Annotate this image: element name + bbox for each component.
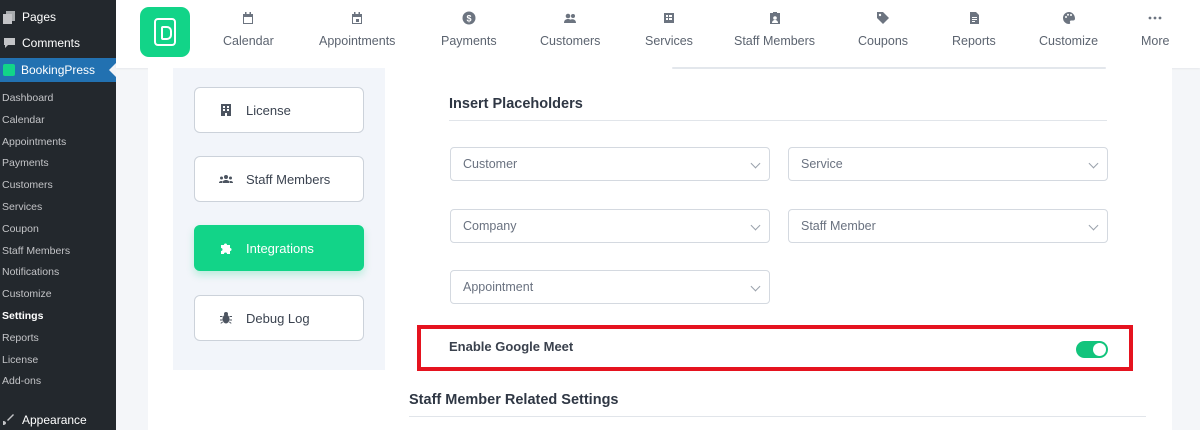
nav-staff-members[interactable]: Staff Members [734, 10, 815, 48]
wp-submenu-calendar[interactable]: Calendar [0, 110, 116, 132]
wp-submenu-services[interactable]: Services [0, 197, 116, 219]
staff-badge-icon [767, 10, 783, 26]
nav-reports-label: Reports [952, 34, 996, 48]
wp-menu-bookingpress-label: BookingPress [21, 63, 96, 77]
placeholders-divider [449, 120, 1107, 121]
chevron-down-icon [750, 281, 761, 292]
placeholder-select-appointment[interactable]: Appointment [450, 270, 770, 304]
dollar-icon: $ [461, 10, 477, 26]
wp-menu-comments[interactable]: Comments [0, 30, 116, 56]
settings-tab-debug-log[interactable]: Debug Log [194, 295, 364, 341]
customers-icon [562, 10, 578, 26]
nav-customize-label: Customize [1039, 34, 1099, 48]
settings-tab-license[interactable]: License [194, 87, 364, 133]
bookingpress-top-nav: Calendar Appointments $ Payments Custome… [116, 0, 1200, 68]
placeholder-select-customer-value: Customer [463, 157, 518, 171]
nav-customers[interactable]: Customers [540, 10, 600, 48]
placeholder-select-service[interactable]: Service [788, 147, 1108, 181]
paintbrush-icon [2, 413, 16, 427]
nav-staff-members-label: Staff Members [734, 34, 816, 48]
wp-submenu-staff-members[interactable]: Staff Members [0, 241, 116, 263]
nav-customers-label: Customers [540, 34, 601, 48]
nav-payments[interactable]: $ Payments [441, 10, 497, 48]
staff-member-settings-title: Staff Member Related Settings [409, 392, 619, 408]
wp-menu-comments-label: Comments [22, 36, 81, 50]
wp-submenu-notifications[interactable]: Notifications [0, 262, 116, 284]
services-icon [661, 10, 677, 26]
puzzle-icon [218, 240, 234, 256]
placeholder-select-company-value: Company [463, 219, 517, 233]
wp-menu-pages-label: Pages [22, 10, 57, 24]
logo-mark-icon [154, 18, 176, 46]
settings-tab-staff-members-label: Staff Members [246, 171, 331, 187]
wp-menu-appearance[interactable]: Appearance [0, 410, 116, 430]
placeholder-select-service-value: Service [801, 157, 843, 171]
users-icon [218, 171, 234, 187]
nav-more[interactable]: More [1141, 10, 1169, 48]
nav-coupons-label: Coupons [858, 34, 909, 48]
svg-text:$: $ [466, 14, 471, 24]
settings-tab-integrations[interactable]: Integrations [194, 225, 364, 271]
tag-icon [875, 10, 891, 26]
enable-google-meet-label: Enable Google Meet [449, 339, 574, 354]
chevron-down-icon [1088, 158, 1099, 169]
settings-tab-debug-log-label: Debug Log [246, 310, 310, 326]
wp-submenu-coupon[interactable]: Coupon [0, 219, 116, 241]
pages-icon [2, 10, 16, 24]
palette-icon [1061, 10, 1077, 26]
wp-submenu-customize[interactable]: Customize [0, 284, 116, 306]
comments-icon [2, 36, 16, 50]
insert-placeholders-title: Insert Placeholders [449, 96, 583, 112]
settings-tab-integrations-label: Integrations [246, 240, 314, 256]
wp-submenu-dashboard[interactable]: Dashboard [0, 88, 116, 110]
staff-settings-divider [409, 416, 1146, 417]
wp-submenu-payments[interactable]: Payments [0, 153, 116, 175]
wp-submenu-reports[interactable]: Reports [0, 328, 116, 350]
calendar-icon [240, 10, 256, 26]
bookingpress-icon [3, 64, 15, 76]
settings-tab-license-label: License [246, 102, 291, 118]
wp-menu-appearance-label: Appearance [22, 413, 87, 427]
building-icon [218, 102, 234, 118]
placeholder-select-staff-member[interactable]: Staff Member [788, 209, 1108, 243]
nav-services-label: Services [645, 34, 693, 48]
nav-appointments-label: Appointments [319, 34, 396, 48]
placeholder-select-staff-member-value: Staff Member [801, 219, 876, 233]
chevron-down-icon [1088, 220, 1099, 231]
report-icon [966, 10, 982, 26]
placeholder-select-customer[interactable]: Customer [450, 147, 770, 181]
nav-payments-label: Payments [441, 34, 497, 48]
appointments-icon [349, 10, 365, 26]
bug-icon [218, 310, 234, 326]
nav-more-label: More [1141, 34, 1170, 48]
nav-calendar[interactable]: Calendar [223, 10, 274, 48]
bookingpress-logo[interactable] [140, 7, 190, 57]
nav-calendar-label: Calendar [223, 34, 274, 48]
wp-menu-pages[interactable]: Pages [0, 4, 116, 30]
wp-admin-sidebar: Pages Comments BookingPress Dashboard Ca… [0, 0, 117, 430]
nav-appointments[interactable]: Appointments [319, 10, 395, 48]
wp-submenu: Dashboard Calendar Appointments Payments… [0, 88, 116, 393]
chevron-down-icon [750, 158, 761, 169]
more-dots-icon [1147, 10, 1163, 26]
settings-tab-staff-members[interactable]: Staff Members [194, 156, 364, 202]
placeholder-select-company[interactable]: Company [450, 209, 770, 243]
toggle-knob [1093, 343, 1106, 356]
wp-menu-bookingpress[interactable]: BookingPress [0, 58, 117, 82]
placeholder-select-appointment-value: Appointment [463, 280, 534, 294]
wp-submenu-appointments[interactable]: Appointments [0, 132, 116, 154]
nav-services[interactable]: Services [645, 10, 693, 48]
enable-google-meet-toggle[interactable] [1076, 341, 1108, 358]
wp-submenu-add-ons[interactable]: Add-ons [0, 371, 116, 393]
nav-coupons[interactable]: Coupons [858, 10, 908, 48]
wp-submenu-settings[interactable]: Settings [0, 306, 116, 328]
nav-reports[interactable]: Reports [952, 10, 996, 48]
wp-submenu-customers[interactable]: Customers [0, 175, 116, 197]
nav-customize[interactable]: Customize [1039, 10, 1098, 48]
chevron-down-icon [750, 220, 761, 231]
previous-field-bottom-border [672, 67, 1106, 69]
wp-submenu-license[interactable]: License [0, 350, 116, 372]
